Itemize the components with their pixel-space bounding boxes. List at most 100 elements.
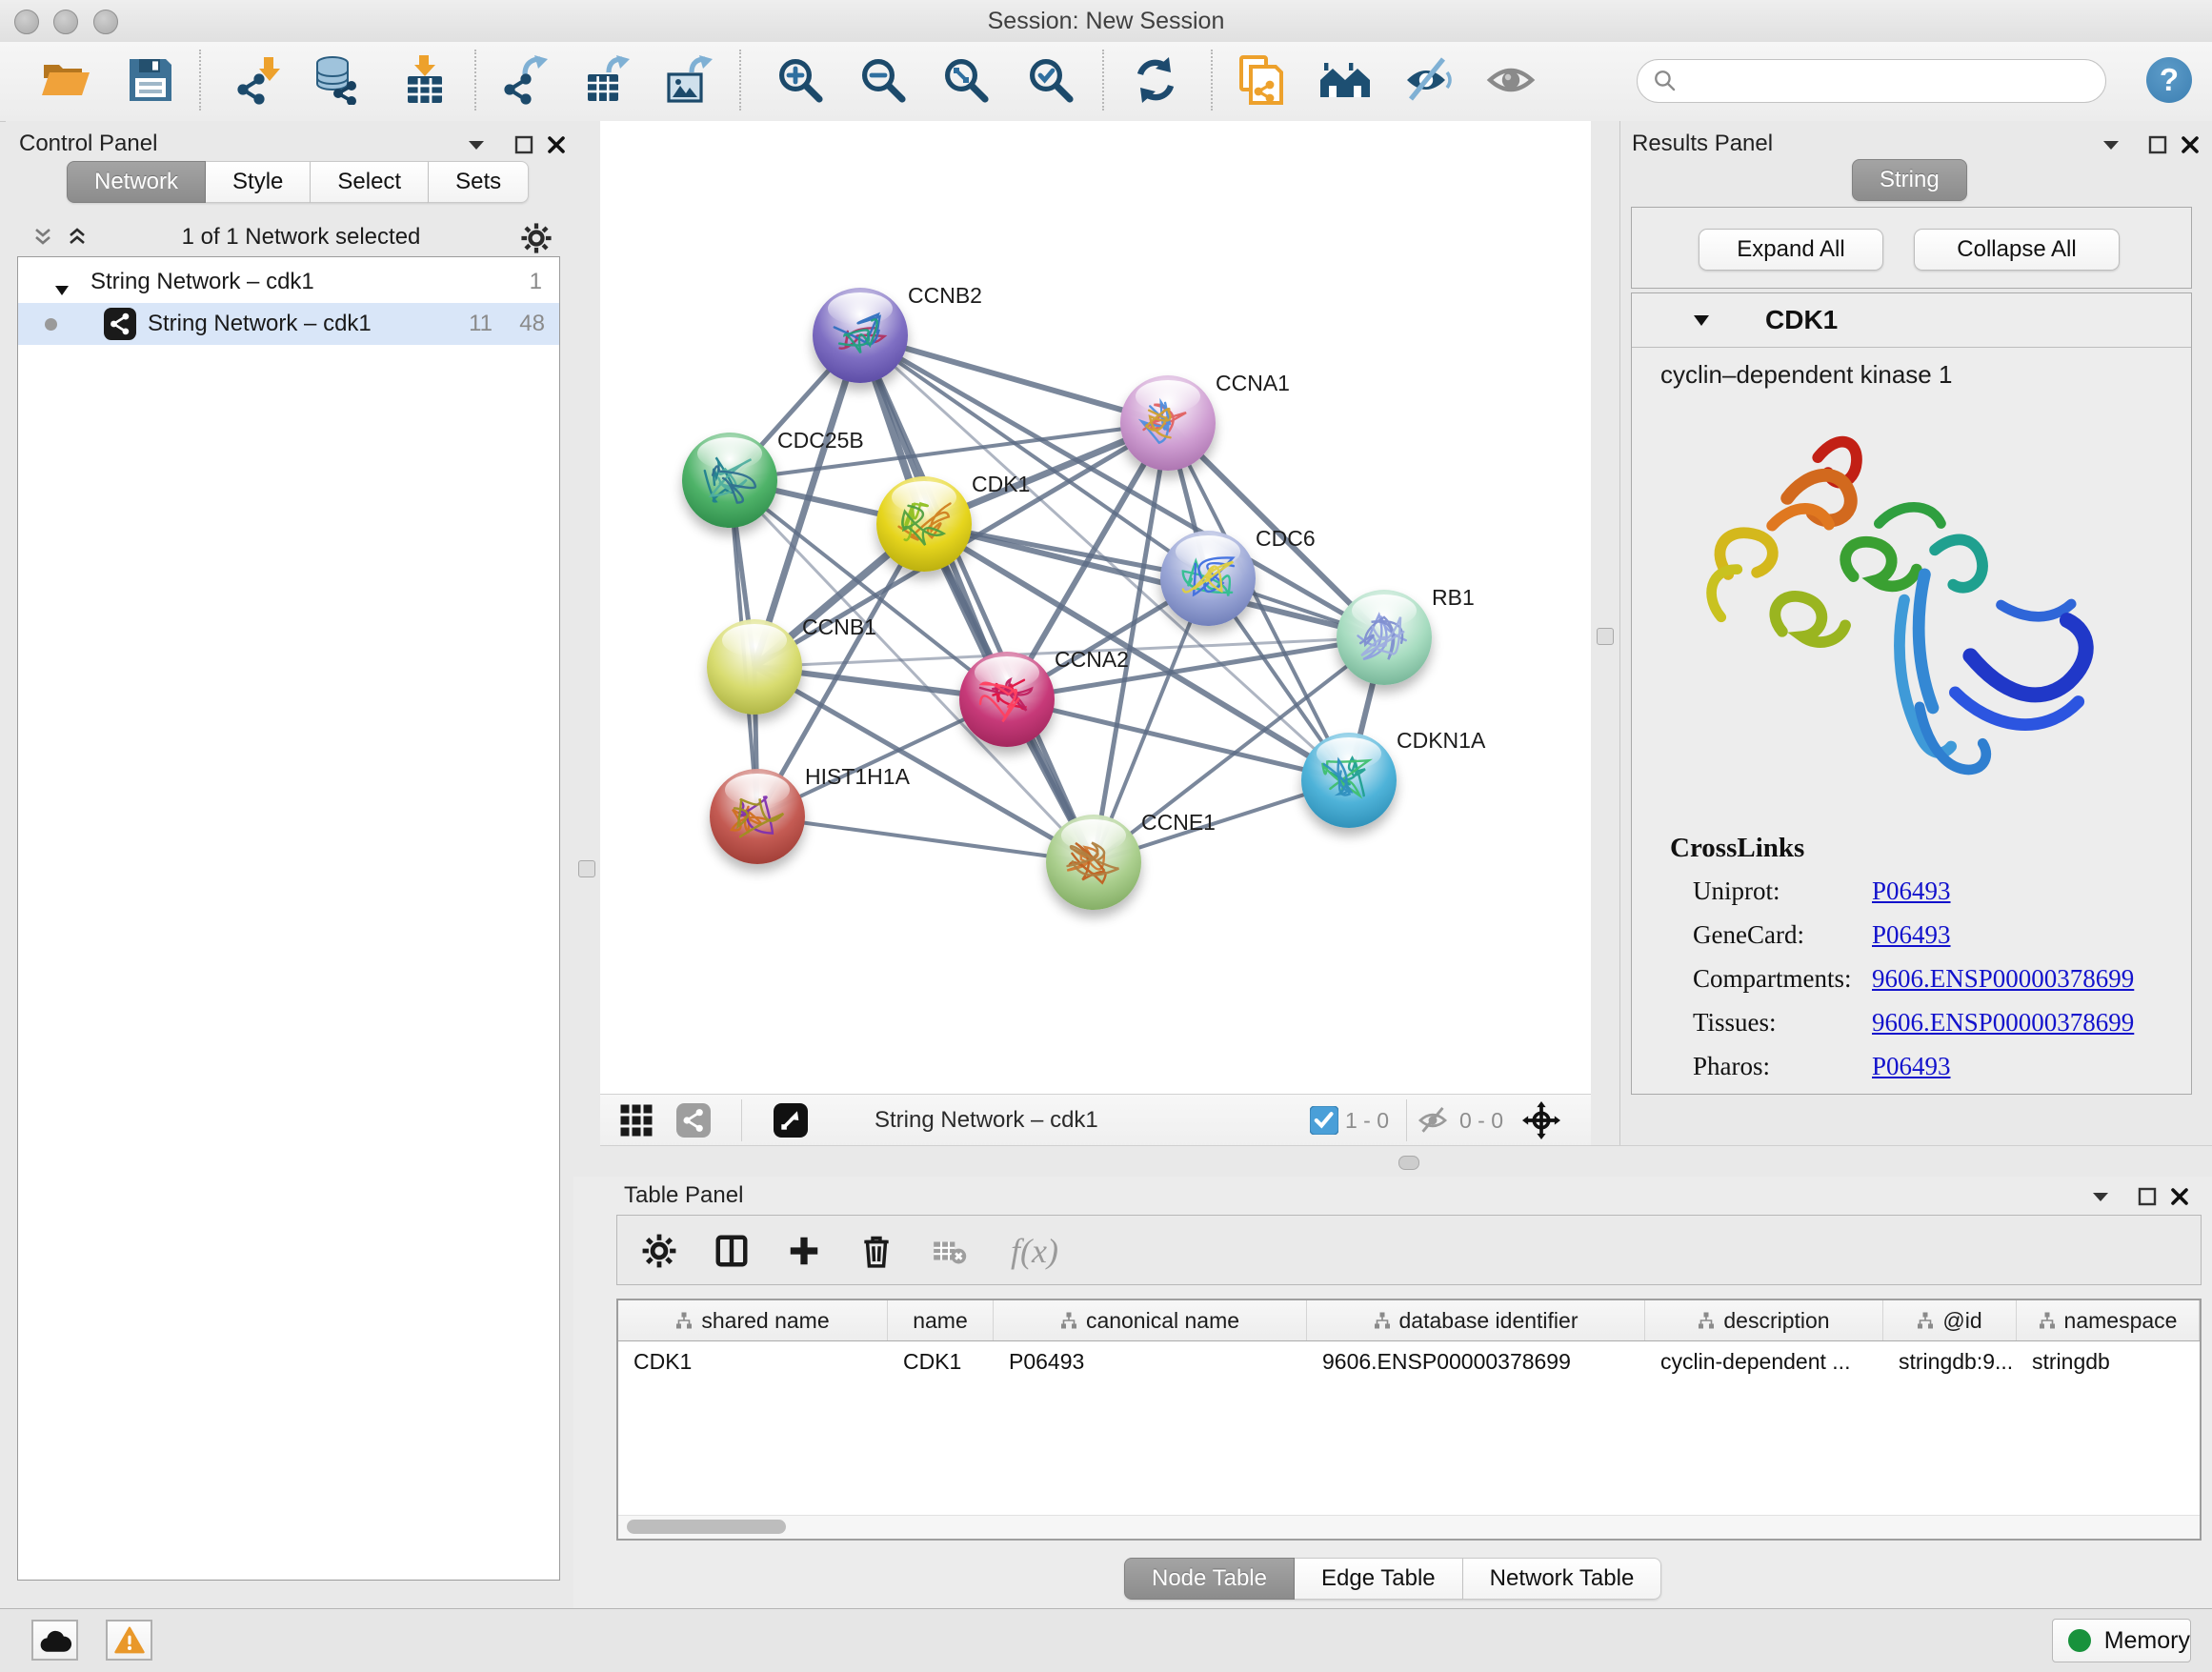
- network-node-ccne1[interactable]: [1046, 815, 1141, 910]
- network-node-cdc25b[interactable]: [682, 433, 777, 528]
- zoom-in-icon[interactable]: [774, 53, 827, 107]
- tab-string[interactable]: String: [1852, 159, 1967, 201]
- close-panel-icon[interactable]: [546, 134, 567, 160]
- network-view-share-icon[interactable]: [674, 1101, 713, 1139]
- tab-network[interactable]: Network: [67, 161, 206, 203]
- table-settings-gear-icon[interactable]: [638, 1230, 680, 1272]
- expand-all-button[interactable]: Expand All: [1699, 229, 1883, 271]
- splitter-handle[interactable]: [1597, 628, 1614, 645]
- network-node-hist1h1a[interactable]: [710, 769, 805, 864]
- protein-section-header[interactable]: CDK1: [1632, 293, 2191, 348]
- column-header-namespace[interactable]: namespace: [2017, 1300, 2200, 1340]
- table-row[interactable]: CDK1CDK1P064939606.ENSP00000378699cyclin…: [618, 1341, 2200, 1381]
- close-panel-icon[interactable]: [2169, 1186, 2190, 1212]
- function-builder-icon[interactable]: f(x): [996, 1230, 1073, 1272]
- open-file-icon[interactable]: [38, 53, 91, 107]
- network-row-selected[interactable]: String Network – cdk1 11 48: [18, 303, 559, 345]
- scrollbar-thumb[interactable]: [627, 1520, 786, 1534]
- birds-eye-view-icon[interactable]: [772, 1101, 810, 1139]
- memory-button[interactable]: Memory: [2052, 1619, 2191, 1662]
- column-header-name[interactable]: name: [888, 1300, 994, 1340]
- panel-menu-icon[interactable]: [2101, 138, 2121, 156]
- panel-menu-icon[interactable]: [2091, 1190, 2110, 1208]
- table-cell[interactable]: P06493: [994, 1341, 1307, 1381]
- network-node-ccnb1[interactable]: [707, 619, 802, 715]
- save-session-icon[interactable]: [124, 53, 177, 107]
- delete-table-icon[interactable]: [928, 1230, 970, 1272]
- crosslink-link[interactable]: P06493: [1872, 920, 1951, 950]
- export-network-icon[interactable]: [498, 53, 552, 107]
- zoom-fit-icon[interactable]: [939, 53, 993, 107]
- horizontal-splitter[interactable]: [600, 1145, 2212, 1178]
- float-panel-icon[interactable]: [2147, 134, 2168, 160]
- hide-selected-eye-slash-icon[interactable]: [1401, 53, 1455, 107]
- add-column-plus-icon[interactable]: [783, 1230, 825, 1272]
- collapse-triangle-icon[interactable]: [1693, 314, 1710, 332]
- crosslink-link[interactable]: 9606.ENSP00000378699: [1872, 1008, 2134, 1037]
- import-network-icon[interactable]: [231, 53, 285, 107]
- network-node-rb1[interactable]: [1337, 590, 1432, 685]
- zoom-selected-icon[interactable]: [1024, 53, 1077, 107]
- grid-view-icon[interactable]: [617, 1101, 655, 1139]
- tab-select[interactable]: Select: [311, 161, 429, 203]
- network-node-cdk1[interactable]: [876, 476, 972, 572]
- show-all-eye-icon[interactable]: [1484, 53, 1538, 107]
- panel-menu-icon[interactable]: [467, 138, 486, 156]
- cloud-button[interactable]: [31, 1620, 78, 1661]
- network-collection-row[interactable]: String Network – cdk1 1: [18, 261, 559, 303]
- column-header-database-identifier[interactable]: database identifier: [1307, 1300, 1645, 1340]
- export-image-icon[interactable]: [663, 53, 716, 107]
- tab-style[interactable]: Style: [206, 161, 311, 203]
- crosslink-link[interactable]: P06493: [1872, 1052, 1951, 1081]
- delete-column-trash-icon[interactable]: [855, 1230, 897, 1272]
- network-node-ccna1[interactable]: [1120, 375, 1216, 471]
- network-node-cdc6[interactable]: [1160, 531, 1256, 626]
- tab-sets[interactable]: Sets: [429, 161, 529, 203]
- column-header-shared-name[interactable]: shared name: [618, 1300, 888, 1340]
- crosslink-link[interactable]: P06493: [1872, 876, 1951, 906]
- network-canvas[interactable]: CCNB2CCNA1CDC25BCDK1CDC6RB1CCNB1CCNA2CDK…: [600, 121, 1591, 1094]
- import-network-from-database-icon[interactable]: [312, 53, 365, 107]
- node-table[interactable]: shared namenamecanonical namedatabase id…: [616, 1299, 2202, 1541]
- network-node-cdkn1a[interactable]: [1301, 733, 1397, 828]
- network-node-ccna2[interactable]: [959, 652, 1055, 747]
- splitter-handle[interactable]: [578, 860, 595, 877]
- zoom-out-icon[interactable]: [856, 53, 910, 107]
- float-panel-icon[interactable]: [2137, 1186, 2158, 1212]
- tab-edge-table[interactable]: Edge Table: [1295, 1558, 1463, 1600]
- column-header-description[interactable]: description: [1645, 1300, 1883, 1340]
- pan-crosshair-icon[interactable]: [1522, 1101, 1560, 1139]
- tab-network-table[interactable]: Network Table: [1463, 1558, 1662, 1600]
- collapse-triangle-icon[interactable]: [54, 276, 70, 303]
- search-input[interactable]: [1637, 59, 2106, 103]
- crosslink-link[interactable]: 9606.ENSP00000378699: [1872, 964, 2134, 994]
- network-options-gear-icon[interactable]: [520, 222, 553, 259]
- column-header--id[interactable]: @id: [1883, 1300, 2017, 1340]
- expand-all-chevron-icon[interactable]: [65, 228, 90, 253]
- close-panel-icon[interactable]: [2180, 134, 2201, 160]
- copy-session-icon[interactable]: [1234, 53, 1287, 107]
- home-icon[interactable]: [1318, 53, 1372, 107]
- export-table-icon[interactable]: [580, 53, 633, 107]
- network-node-ccnb2[interactable]: [813, 288, 908, 383]
- refresh-icon[interactable]: [1129, 53, 1182, 107]
- splitter-handle[interactable]: [1398, 1156, 1419, 1170]
- table-cell[interactable]: cyclin-dependent ...: [1645, 1341, 1883, 1381]
- vertical-splitter-right[interactable]: [1591, 121, 1619, 1145]
- table-cell[interactable]: stringdb: [2017, 1341, 2200, 1381]
- warnings-button[interactable]: [106, 1620, 152, 1661]
- help-button[interactable]: ?: [2146, 57, 2192, 103]
- import-table-icon[interactable]: [398, 53, 452, 107]
- column-header-canonical-name[interactable]: canonical name: [994, 1300, 1307, 1340]
- horizontal-scrollbar[interactable]: [618, 1515, 2200, 1539]
- tab-node-table[interactable]: Node Table: [1124, 1558, 1295, 1600]
- collapse-all-chevron-icon[interactable]: [30, 228, 55, 253]
- table-cell[interactable]: stringdb:9...: [1883, 1341, 2017, 1381]
- show-columns-icon[interactable]: [711, 1230, 753, 1272]
- table-cell[interactable]: 9606.ENSP00000378699: [1307, 1341, 1645, 1381]
- table-cell[interactable]: CDK1: [888, 1341, 994, 1381]
- float-panel-icon[interactable]: [513, 134, 534, 160]
- collapse-all-button[interactable]: Collapse All: [1914, 229, 2120, 271]
- selected-checkbox-icon[interactable]: [1305, 1101, 1343, 1139]
- table-cell[interactable]: CDK1: [618, 1341, 888, 1381]
